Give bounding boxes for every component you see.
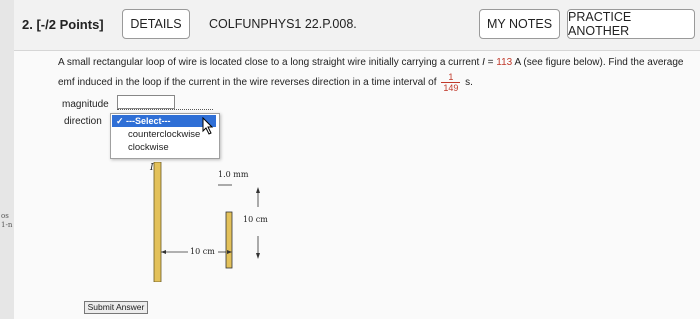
rectangular-loop bbox=[225, 211, 233, 269]
time-unit: s. bbox=[465, 77, 473, 89]
practice-another-button[interactable]: PRACTICE ANOTHER bbox=[567, 9, 695, 39]
width-label: 10 cm bbox=[190, 247, 215, 256]
dropdown-option-counterclockwise[interactable]: counterclockwise bbox=[128, 129, 200, 140]
question-number-points: 2. [-/2 Points] bbox=[22, 17, 104, 32]
height-arrow-bottom bbox=[256, 253, 260, 259]
time-denominator: 149 bbox=[443, 83, 459, 93]
height-arrow-top bbox=[256, 187, 260, 193]
direction-label: direction bbox=[64, 116, 102, 127]
my-notes-button[interactable]: MY NOTES bbox=[479, 9, 560, 39]
mouse-cursor-icon bbox=[202, 117, 214, 135]
dropdown-option-clockwise[interactable]: clockwise bbox=[128, 142, 169, 153]
input-underline bbox=[117, 109, 213, 110]
left-edge-strip: os 1-n bbox=[0, 0, 14, 319]
prompt-text-a: A small rectangular loop of wire is loca… bbox=[58, 57, 483, 68]
magnitude-label: magnitude bbox=[62, 99, 109, 110]
time-fraction: 1 149 bbox=[441, 72, 461, 93]
height-label: 10 cm bbox=[243, 215, 268, 224]
question-prompt: A small rectangular loop of wire is loca… bbox=[58, 53, 688, 93]
edge-fragment-1: os bbox=[1, 212, 9, 220]
submit-answer-button[interactable]: Submit Answer bbox=[84, 301, 148, 314]
current-value: 113 bbox=[496, 57, 513, 68]
magnitude-input[interactable] bbox=[117, 95, 175, 109]
time-numerator: 1 bbox=[441, 72, 461, 83]
gap-label: 1.0 mm bbox=[218, 170, 249, 179]
question-number: 2. bbox=[22, 17, 33, 32]
width-arrow-left bbox=[161, 250, 166, 254]
details-button[interactable]: DETAILS bbox=[122, 9, 190, 39]
problem-code: COLFUNPHYS1 22.P.008. bbox=[209, 17, 357, 31]
equals-sign: = bbox=[484, 57, 497, 68]
edge-fragment-2: 1-n bbox=[1, 221, 13, 229]
points-label: [-/2 Points] bbox=[36, 17, 104, 32]
current-label: I bbox=[150, 163, 154, 173]
long-straight-wire bbox=[153, 162, 162, 282]
